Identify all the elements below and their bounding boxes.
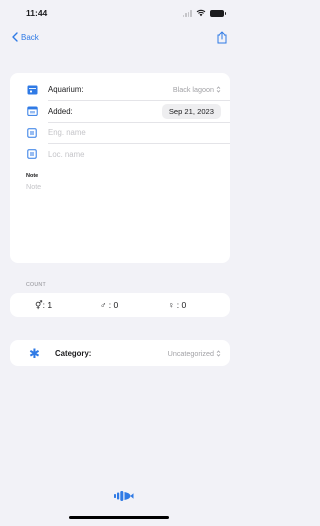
share-icon[interactable] bbox=[216, 31, 228, 44]
aquarium-label: Aquarium: bbox=[48, 85, 84, 94]
status-icons bbox=[182, 9, 226, 17]
eng-name-row[interactable]: Eng. name bbox=[10, 122, 230, 143]
status-bar: 11:44 bbox=[0, 0, 240, 26]
category-row[interactable]: ✱ Category: Uncategorized bbox=[10, 340, 230, 366]
cellular-signal-icon bbox=[182, 10, 192, 17]
note-field[interactable]: Note bbox=[26, 182, 230, 191]
navigation-bar: Back bbox=[0, 26, 240, 48]
calendar-icon bbox=[26, 105, 38, 117]
wifi-icon bbox=[196, 9, 206, 17]
battery-icon bbox=[210, 9, 226, 17]
unsexed-count[interactable]: ⚥: 1 bbox=[35, 300, 52, 311]
aquarium-value: Black lagoon bbox=[172, 85, 214, 94]
aquarium-row[interactable]: Aquarium: Black lagoon bbox=[10, 79, 230, 100]
status-time: 11:44 bbox=[26, 8, 48, 18]
fish-logo-icon[interactable] bbox=[113, 490, 135, 502]
added-label: Added: bbox=[48, 106, 73, 116]
female-count[interactable]: ♀ : 0 bbox=[168, 300, 186, 310]
tank-icon bbox=[26, 84, 38, 96]
category-value: Uncategorized bbox=[167, 348, 214, 358]
added-date-picker[interactable]: Sep 21, 2023 bbox=[161, 103, 221, 119]
name-tag-icon bbox=[26, 148, 38, 160]
chevron-up-down-icon bbox=[216, 86, 221, 93]
male-count[interactable]: ♂ : 0 bbox=[100, 300, 118, 310]
back-label: Back bbox=[21, 32, 39, 42]
chevron-up-down-icon bbox=[216, 349, 221, 357]
category-label: Category: bbox=[55, 348, 92, 358]
fish-details-card: Aquarium: Black lagoon Added: Sep 21, 20… bbox=[10, 73, 230, 263]
chevron-left-icon bbox=[12, 32, 18, 42]
eng-name-field[interactable]: Eng. name bbox=[48, 128, 221, 137]
category-picker[interactable]: Uncategorized bbox=[168, 349, 221, 358]
note-label: Note bbox=[26, 172, 39, 179]
count-section-label: COUNT bbox=[26, 282, 46, 288]
home-indicator bbox=[69, 515, 169, 519]
aquarium-picker[interactable]: Black lagoon bbox=[173, 85, 221, 94]
back-button[interactable]: Back bbox=[12, 32, 39, 42]
added-row: Added: Sep 21, 2023 bbox=[10, 101, 230, 122]
count-card: ⚥: 1 ♂ : 0 ♀ : 0 bbox=[10, 293, 230, 317]
asterisk-icon: ✱ bbox=[29, 345, 40, 361]
name-tag-icon bbox=[26, 127, 38, 139]
loc-name-field[interactable]: Loc. name bbox=[48, 150, 221, 159]
loc-name-row[interactable]: Loc. name bbox=[10, 144, 230, 165]
